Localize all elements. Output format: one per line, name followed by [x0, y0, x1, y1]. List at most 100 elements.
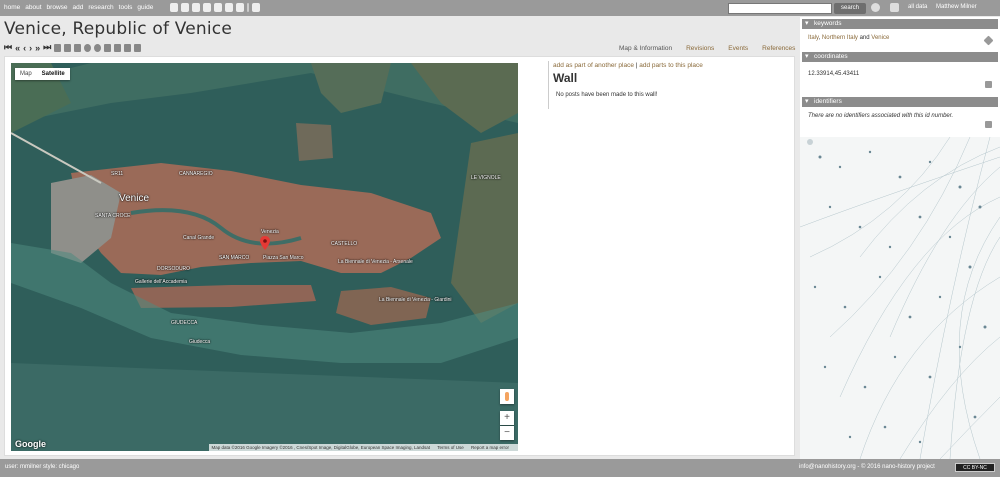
- add-parts-link[interactable]: add parts to this place: [639, 62, 703, 69]
- footer-user-info: user: mmilner style: chicago: [5, 464, 80, 470]
- license-badge[interactable]: CC BY-NC: [955, 463, 995, 472]
- user-name-link[interactable]: Matthew Milner: [936, 4, 977, 10]
- edit-coordinates-icon[interactable]: [985, 81, 992, 88]
- location-pin-icon[interactable]: [260, 236, 270, 250]
- map-label-biennale-arsenale: La Biennale di Venezia - Arsenale: [338, 259, 413, 265]
- sidebar: keywords Italy, Northern Italy and Venic…: [800, 17, 1000, 459]
- place-icon[interactable]: [203, 3, 211, 12]
- user-icon[interactable]: [871, 3, 880, 12]
- keyword-and: and: [859, 35, 870, 41]
- group-icon[interactable]: [64, 43, 72, 52]
- wall-title: Wall: [553, 71, 578, 85]
- grid-icon[interactable]: [170, 3, 178, 12]
- keywords-list: Italy, Northern Italy and Venice: [808, 35, 889, 41]
- nav-research[interactable]: research: [88, 4, 113, 11]
- page-icon[interactable]: [114, 43, 122, 52]
- report-map-error-link[interactable]: Report a map error: [471, 445, 509, 450]
- map-label-venice: Venice: [119, 193, 150, 204]
- map-label-canal-grande: Canal Grande: [183, 235, 215, 241]
- first-icon[interactable]: ⏮: [4, 42, 12, 53]
- link-separator: |: [635, 62, 638, 69]
- like-icon[interactable]: [124, 43, 132, 52]
- dislike-icon[interactable]: [134, 43, 142, 52]
- prev-icon[interactable]: ‹: [23, 43, 26, 53]
- street-view-pegman-icon[interactable]: [500, 389, 514, 404]
- map-label-santa-croce: SANTA CROCE: [95, 213, 131, 219]
- map-label-giudecca: Giudecca: [189, 339, 211, 345]
- rss-icon[interactable]: [104, 43, 112, 52]
- link-icon[interactable]: [214, 3, 222, 12]
- network-graph[interactable]: [800, 137, 1000, 459]
- target-icon[interactable]: [94, 43, 102, 52]
- chain-icon[interactable]: [225, 3, 233, 12]
- map-label-san-marco: SAN MARCO: [219, 255, 250, 261]
- satellite-map[interactable]: Map Satellite Venice CANNAREGIO SANTA CR…: [11, 63, 518, 451]
- terms-of-use-link[interactable]: Terms of Use: [437, 445, 464, 450]
- edit-identifiers-icon[interactable]: [985, 121, 992, 128]
- link-icon[interactable]: [74, 43, 82, 52]
- map-label-cannaregio: CANNAREGIO: [179, 171, 213, 177]
- wall-links: add as part of another place | add parts…: [553, 62, 703, 69]
- footer-contact[interactable]: info@nanohistory.org - © 2016 nano-histo…: [799, 464, 935, 470]
- top-bar: home about browse add research tools gui…: [0, 0, 1000, 16]
- map-label-giudecca-district: GIUDECCA: [171, 320, 198, 326]
- map-label-le-vignole: LE VIGNOLE: [471, 175, 501, 181]
- all-data-link[interactable]: all data: [908, 4, 927, 10]
- chat-icon[interactable]: [890, 3, 899, 12]
- top-nav: home about browse add research tools gui…: [4, 4, 153, 11]
- sitemap-icon[interactable]: [54, 43, 62, 52]
- group-icon[interactable]: [236, 3, 244, 12]
- map-label-castello: CASTELLO: [331, 241, 358, 247]
- map-label-dorsoduro: DORSODURO: [157, 266, 191, 272]
- map-data-credit: Map data ©2016 Google Imagery ©2016 , Cn…: [211, 445, 431, 450]
- keyword-northern-italy[interactable]: Northern Italy: [822, 35, 858, 41]
- main-panel: Map Satellite Venice CANNAREGIO SANTA CR…: [4, 56, 795, 456]
- coordinates-header[interactable]: coordinates: [802, 52, 998, 62]
- identifiers-message: There are no identifiers associated with…: [808, 113, 954, 119]
- tab-bar: Map & Information Revisions Events Refer…: [612, 45, 802, 52]
- toolbar-icons: [170, 3, 260, 12]
- nav-browse[interactable]: browse: [47, 4, 68, 11]
- page-title: Venice, Republic of Venice: [4, 19, 233, 39]
- nav-tools[interactable]: tools: [119, 4, 133, 11]
- keywords-header[interactable]: keywords: [802, 19, 998, 29]
- nav-about[interactable]: about: [25, 4, 41, 11]
- wall-empty-message: No posts have been made to this wall!: [556, 92, 658, 98]
- footer: user: mmilner style: chicago info@nanohi…: [0, 459, 1000, 477]
- search-button[interactable]: search: [834, 3, 866, 14]
- fast-forward-icon[interactable]: »: [35, 43, 40, 53]
- people-icon[interactable]: [181, 3, 189, 12]
- separator-icon: [247, 3, 249, 12]
- map-label-biennale-giardini: La Biennale di Venezia - Giardini: [379, 297, 452, 303]
- keyword-venice[interactable]: Venice: [871, 35, 889, 41]
- nav-guide[interactable]: guide: [137, 4, 153, 11]
- map-type-satellite-button[interactable]: Satellite: [37, 68, 70, 80]
- tab-references[interactable]: References: [755, 45, 802, 52]
- record-toolbar: ⏮ « ‹ › » ⏭: [4, 42, 142, 53]
- rewind-icon[interactable]: «: [15, 43, 20, 53]
- tab-map-information[interactable]: Map & Information: [612, 45, 679, 52]
- search-input[interactable]: [728, 3, 832, 14]
- globe-icon[interactable]: [84, 43, 92, 52]
- tag-icon[interactable]: [983, 35, 994, 46]
- zoom-in-button[interactable]: +: [500, 411, 514, 425]
- wall-divider: [548, 61, 549, 109]
- add-as-part-link[interactable]: add as part of another place: [553, 62, 634, 69]
- tab-revisions[interactable]: Revisions: [679, 45, 721, 52]
- identifiers-header[interactable]: identifiers: [802, 97, 998, 107]
- nav-home[interactable]: home: [4, 4, 20, 11]
- tab-events[interactable]: Events: [721, 45, 755, 52]
- coordinates-value: 12.33914,45.43411: [808, 71, 860, 77]
- google-logo: Google: [15, 439, 46, 449]
- next-icon[interactable]: ›: [29, 43, 32, 53]
- map-label-piazza: Piazza San Marco: [263, 255, 304, 261]
- document-icon[interactable]: [192, 3, 200, 12]
- map-label-accademia: Gallerie dell'Accademia: [135, 279, 188, 285]
- history-icon[interactable]: [252, 3, 260, 12]
- map-label-venezia: Venezia: [261, 229, 279, 235]
- zoom-out-button[interactable]: −: [500, 426, 514, 440]
- last-icon[interactable]: ⏭: [43, 42, 51, 53]
- map-type-map-button[interactable]: Map: [15, 68, 37, 80]
- keyword-italy[interactable]: Italy: [808, 35, 819, 41]
- nav-add[interactable]: add: [73, 4, 84, 11]
